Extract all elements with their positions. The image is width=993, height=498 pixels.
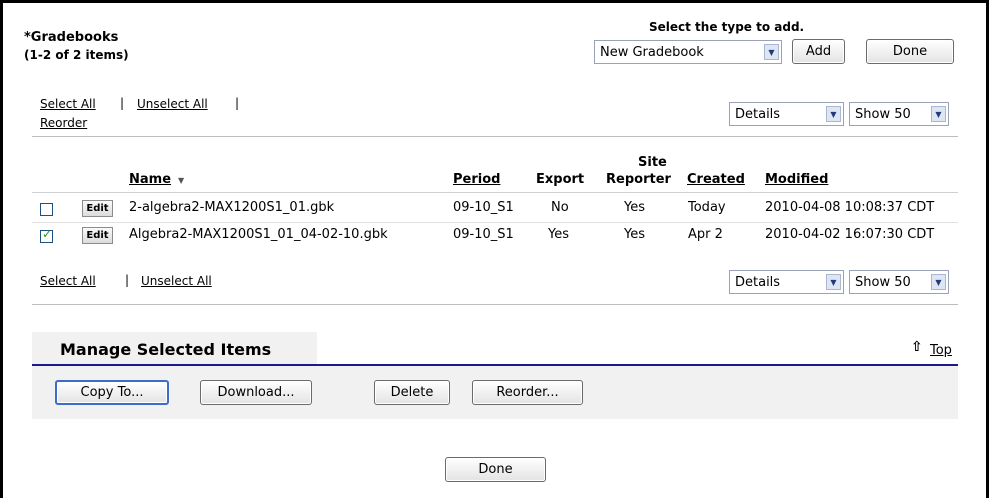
chevron-down-icon[interactable]: ▼: [764, 44, 779, 60]
reorder-button[interactable]: Reorder...: [472, 380, 583, 405]
row-export: Yes: [548, 227, 569, 242]
row-checkbox-checked[interactable]: ✓: [40, 227, 53, 243]
delete-button[interactable]: Delete: [374, 380, 450, 405]
row-site-reporter: Yes: [624, 227, 645, 242]
chevron-down-icon[interactable]: ▼: [826, 106, 841, 122]
col-period[interactable]: Period: [453, 172, 500, 187]
checkmark-icon: ✓: [42, 227, 53, 241]
type-prompt: Select the type to add.: [649, 20, 805, 34]
col-export: Export: [536, 172, 585, 187]
row-period: 09-10_S1: [453, 227, 514, 242]
page-size-select-bottom[interactable]: Show 50 ▼: [849, 270, 949, 294]
download-button[interactable]: Download...: [200, 380, 312, 405]
row-checkbox[interactable]: [40, 203, 53, 216]
add-button[interactable]: Add: [792, 39, 845, 64]
divider: [32, 304, 958, 305]
view-select-top[interactable]: Details ▼: [729, 102, 844, 126]
row-created: Apr 2: [688, 227, 723, 242]
chevron-down-icon[interactable]: ▼: [931, 274, 946, 290]
page-size-value: Show 50: [855, 275, 911, 290]
row-created: Today: [688, 200, 726, 215]
type-select[interactable]: New Gradebook ▼: [594, 40, 782, 64]
col-created[interactable]: Created: [687, 172, 745, 187]
row-name[interactable]: Algebra2-MAX1200S1_01_04-02-10.gbk: [129, 227, 388, 242]
copy-to-button[interactable]: Copy To...: [55, 380, 169, 405]
unselect-all-link-bottom[interactable]: Unselect All: [141, 274, 212, 288]
col-modified[interactable]: Modified: [765, 172, 828, 187]
col-name[interactable]: Name: [129, 172, 171, 187]
col-site-line1: Site: [638, 155, 667, 170]
view-select-bottom[interactable]: Details ▼: [729, 270, 844, 294]
row-export: No: [551, 200, 569, 215]
item-count: (1-2 of 2 items): [24, 48, 129, 62]
chevron-down-icon[interactable]: ▼: [931, 106, 946, 122]
row-modified: 2010-04-02 16:07:30 CDT: [765, 227, 935, 242]
edit-button[interactable]: Edit: [82, 227, 113, 244]
page-size-select-top[interactable]: Show 50 ▼: [849, 102, 949, 126]
select-all-link[interactable]: Select All: [40, 97, 96, 111]
col-site-reporter: Reporter: [606, 172, 671, 187]
row-divider: [32, 222, 958, 223]
done-button-top[interactable]: Done: [866, 39, 954, 64]
edit-button[interactable]: Edit: [82, 200, 113, 217]
manage-title: Manage Selected Items: [60, 340, 272, 359]
page-title: *Gradebooks: [24, 30, 119, 45]
header-divider: [32, 192, 958, 193]
select-all-link-bottom[interactable]: Select All: [40, 274, 96, 288]
link-separator: |: [120, 96, 125, 110]
row-period: 09-10_S1: [453, 200, 514, 215]
link-separator: |: [235, 96, 240, 110]
row-modified: 2010-04-08 10:08:37 CDT: [765, 200, 935, 215]
sort-down-icon[interactable]: ▼: [178, 176, 184, 185]
view-select-value: Details: [735, 107, 781, 122]
row-site-reporter: Yes: [624, 200, 645, 215]
view-select-value: Details: [735, 275, 781, 290]
top-link[interactable]: Top: [930, 343, 952, 358]
row-name[interactable]: 2-algebra2-MAX1200S1_01.gbk: [129, 200, 334, 215]
link-separator: |: [125, 273, 130, 287]
up-arrow-icon[interactable]: ⇧: [911, 339, 923, 355]
page-size-value: Show 50: [855, 107, 911, 122]
type-select-value: New Gradebook: [600, 45, 704, 60]
done-button-bottom[interactable]: Done: [445, 457, 546, 482]
window-frame: [0, 0, 989, 498]
unselect-all-link[interactable]: Unselect All: [137, 97, 208, 111]
reorder-link[interactable]: Reorder: [40, 116, 87, 130]
chevron-down-icon[interactable]: ▼: [826, 274, 841, 290]
divider: [32, 136, 958, 137]
